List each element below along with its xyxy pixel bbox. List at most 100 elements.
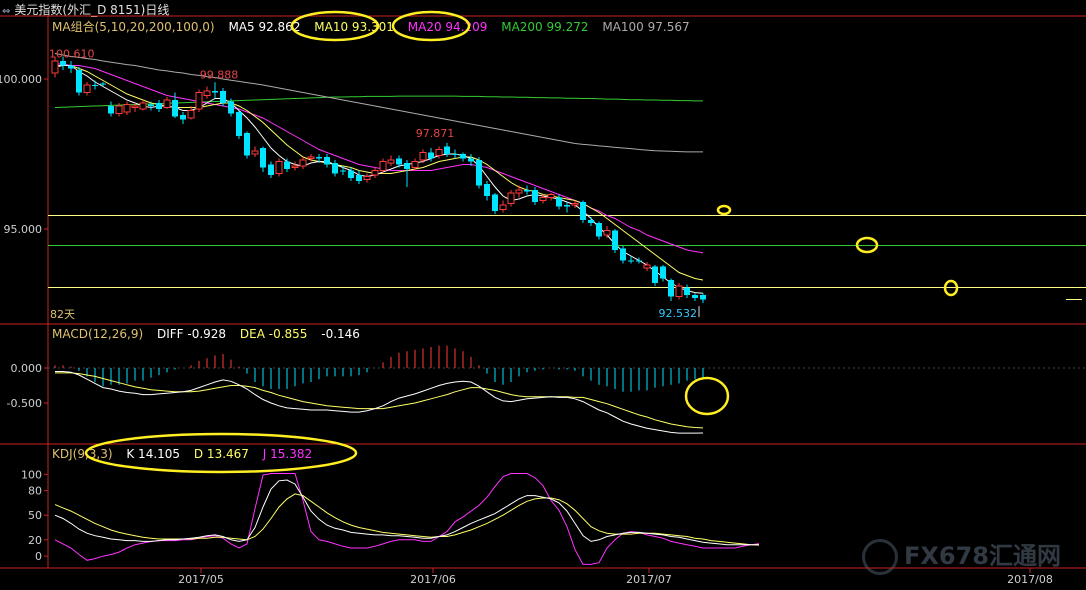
candle-body xyxy=(228,101,234,114)
candle-body xyxy=(148,104,154,106)
candle-body xyxy=(332,163,338,174)
candle-body xyxy=(396,158,402,165)
candle-body xyxy=(291,165,299,168)
x-tick-label: 2017/06 xyxy=(410,573,456,586)
kdj-tick-label: 50 xyxy=(28,509,42,522)
macd-dea-line xyxy=(55,372,704,429)
candle-body xyxy=(588,220,594,223)
candle-body xyxy=(460,154,466,159)
candle-body xyxy=(468,158,474,162)
candle-body xyxy=(180,115,186,120)
candle-body xyxy=(452,154,458,155)
kdj-tick-label: 100 xyxy=(21,468,42,481)
candle-body xyxy=(156,103,162,109)
candle-body xyxy=(419,152,427,161)
ma5-line xyxy=(54,65,704,294)
x-tick-label: 2017/05 xyxy=(178,573,224,586)
candle-body xyxy=(316,157,322,159)
candle-body xyxy=(379,161,387,171)
candle-body xyxy=(131,105,139,108)
high-label-start: 100.610 xyxy=(49,47,95,60)
candle-body xyxy=(435,149,443,156)
macd-tick-label: -0.500 xyxy=(7,397,42,410)
candle-body xyxy=(203,90,211,96)
candle-body xyxy=(187,110,195,119)
candle-body xyxy=(60,61,66,66)
candle-body xyxy=(172,100,178,117)
kdj-tick-label: 20 xyxy=(28,534,42,547)
candle-body xyxy=(163,99,171,108)
candle-body xyxy=(404,163,410,169)
candle-body xyxy=(348,170,354,178)
high-label-may: 99.888 xyxy=(200,68,239,81)
candle-body xyxy=(668,280,674,297)
macd-tick-label: 0.000 xyxy=(11,362,43,375)
candle-body xyxy=(139,102,147,110)
highlight-macd-cross xyxy=(684,376,730,416)
candle-body xyxy=(636,260,642,262)
candle-body xyxy=(515,189,523,194)
candle-body xyxy=(220,91,226,103)
candle-body xyxy=(115,105,123,114)
candle-body xyxy=(324,157,330,165)
candle-body xyxy=(371,170,379,176)
candle-body xyxy=(660,266,666,279)
candle-body xyxy=(299,159,307,167)
candle-body xyxy=(620,248,626,261)
candle-body xyxy=(444,146,450,154)
price-chart[interactable]: 100.000 95.000 0.000 -0.500 100 80 50 20 0 2017/0… xyxy=(0,0,1086,590)
candle-body xyxy=(51,60,59,74)
highlight-candle-1 xyxy=(716,204,732,216)
candle-body xyxy=(684,287,690,295)
candle-body xyxy=(564,205,570,207)
candle-body xyxy=(556,197,562,207)
kdj-tick-label: 80 xyxy=(28,485,42,498)
candle-body xyxy=(356,175,362,181)
candle-body xyxy=(507,192,515,204)
highlight-kdj-values xyxy=(84,432,358,474)
candle-body xyxy=(411,161,419,168)
kdj-d-line xyxy=(54,493,760,546)
candle-body xyxy=(580,202,586,220)
candle-body xyxy=(612,230,618,250)
candle-body xyxy=(387,159,395,164)
candle-body xyxy=(547,194,555,198)
candle-body xyxy=(268,164,274,175)
candle-body xyxy=(195,92,203,110)
candle-body xyxy=(539,197,547,201)
days-label: 82天 xyxy=(50,308,75,321)
candle-body xyxy=(363,176,371,180)
ma20-line xyxy=(55,63,704,254)
candle-body xyxy=(284,161,290,169)
last-close-label: 92.532 xyxy=(659,307,698,320)
candle-body xyxy=(236,112,242,136)
candle-body xyxy=(675,285,683,297)
candle-body xyxy=(652,266,658,283)
ma100-line xyxy=(54,53,703,153)
candle-body xyxy=(251,150,259,155)
price-tick-label: 95.000 xyxy=(4,223,43,236)
candle-body xyxy=(428,152,434,159)
candle-body xyxy=(108,106,114,114)
candle-body xyxy=(524,190,530,192)
x-tick-label: 2017/08 xyxy=(1007,573,1053,586)
candle-body xyxy=(492,194,498,211)
candle-body xyxy=(244,133,250,156)
candle-body xyxy=(603,230,611,236)
candle-body xyxy=(596,223,602,237)
candle-body xyxy=(476,160,482,186)
candle-body xyxy=(275,161,283,174)
ma10-line xyxy=(55,65,704,281)
kdj-tick-label: 0 xyxy=(35,550,42,563)
high-label-jun: 97.871 xyxy=(416,127,455,140)
macd-diff-line xyxy=(55,371,704,434)
x-tick-label: 2017/07 xyxy=(626,573,672,586)
candle-body xyxy=(532,190,538,202)
candle-body xyxy=(340,170,346,172)
candle-body xyxy=(700,295,706,300)
kdj-j-line xyxy=(54,473,760,565)
candle-body xyxy=(260,148,266,168)
price-tick-label: 100.000 xyxy=(0,73,42,86)
candle-body xyxy=(212,91,218,93)
candle-body xyxy=(628,260,634,262)
